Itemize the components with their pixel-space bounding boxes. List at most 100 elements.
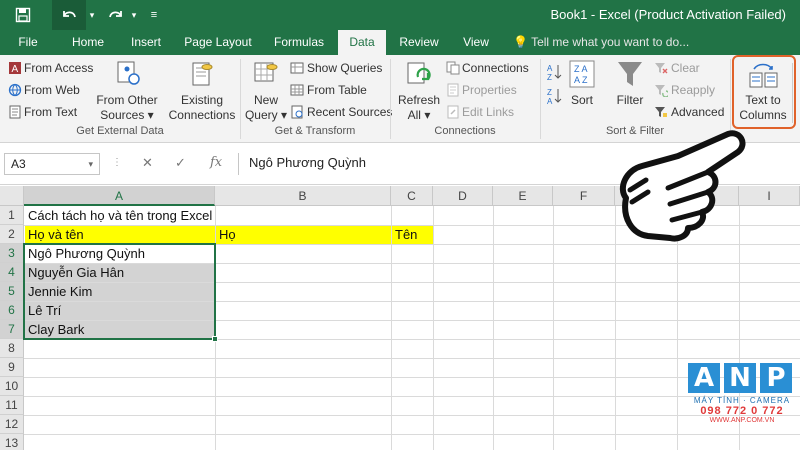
column-header-f[interactable]: F [553,186,615,206]
reapply-button[interactable]: Reapply [671,83,715,97]
grid-line [493,206,494,450]
row-header-4[interactable]: 4 [0,263,24,282]
tell-me-text: Tell me what you want to do... [531,35,690,49]
grid-line [433,206,434,450]
tab-formulas[interactable]: Formulas [268,30,330,55]
filter-icon [616,59,644,92]
refresh-label: Refresh [397,93,441,107]
formula-bar-grip-icon: ⋮ [112,157,122,168]
row-header-5[interactable]: 5 [0,282,24,301]
undo-dropdown-icon[interactable]: ▾ [86,0,98,30]
row-header-6[interactable]: 6 [0,301,24,320]
grid-line [24,358,800,359]
column-header-c[interactable]: C [391,186,433,206]
from-other-sources-label: Sources ▾ [100,108,154,122]
edit-links-button[interactable]: Edit Links [462,105,514,119]
refresh-all-icon [404,59,434,92]
clear-button[interactable]: Clear [671,61,700,75]
show-queries-button[interactable]: Show Queries [307,61,382,75]
redo-dropdown-icon[interactable]: ▾ [128,0,140,30]
tab-page-layout[interactable]: Page Layout [180,30,256,55]
logo-letter-p: P [760,363,792,393]
from-table-button[interactable]: From Table [307,83,367,97]
logo-phone: 098 772 0 772 [700,405,784,417]
from-text-button[interactable]: From Text [24,105,77,119]
connections-button[interactable]: Connections [462,61,529,75]
cancel-icon[interactable]: ✕ [142,155,153,171]
column-header-a[interactable]: A [24,186,215,206]
svg-text:A: A [547,97,553,105]
show-queries-icon [290,61,304,78]
customize-qat-icon[interactable]: ≡ [146,0,162,30]
fill-handle[interactable] [212,336,218,342]
undo-icon[interactable] [52,0,86,30]
refresh-all-button[interactable]: Refresh All ▾ [396,93,442,123]
column-header-d[interactable]: D [433,186,493,206]
name-box-dropdown-icon[interactable]: ▾ [88,154,93,174]
redo-icon[interactable] [104,0,128,30]
grid-line [24,396,800,397]
tab-home[interactable]: Home [66,30,110,55]
svg-text:Z: Z [547,88,552,97]
properties-button[interactable]: Properties [462,83,517,97]
sort-button[interactable]: Sort [564,93,600,108]
row-header-3[interactable]: 3 [0,244,24,263]
query-label: Query ▾ [244,108,288,122]
pointing-hand-icon [619,130,746,242]
globe-icon [8,83,22,100]
access-icon: A [8,61,22,78]
grid-line [24,377,800,378]
sort-za-icon[interactable]: ZA [546,87,562,108]
lightbulb-icon: 💡 [513,35,528,49]
tab-view[interactable]: View [456,30,496,55]
all-label: All ▾ [407,108,431,122]
row-header-10[interactable]: 10 [0,377,24,396]
logo-website: WWW.ANP.COM.VN [709,417,775,424]
filter-button[interactable]: Filter [610,93,650,108]
column-header-b[interactable]: B [215,186,391,206]
row-header-12[interactable]: 12 [0,415,24,434]
save-icon[interactable] [10,0,36,30]
clear-filter-icon [654,61,668,78]
group-connections: Connections [434,125,496,137]
from-web-button[interactable]: From Web [24,83,80,97]
text-file-icon [8,105,22,122]
row-header-8[interactable]: 8 [0,339,24,358]
active-selection-border [23,243,216,340]
new-query-button[interactable]: New Query ▾ [244,93,288,123]
svg-text:A: A [12,64,19,75]
row-header-9[interactable]: 9 [0,358,24,377]
cell-a1[interactable]: Cách tách họ và tên trong Excel [25,206,212,225]
window-title: Book1 - Excel (Product Activation Failed… [550,7,786,22]
cell-a2[interactable]: Họ và tên [25,225,84,244]
tab-insert[interactable]: Insert [124,30,168,55]
enter-icon[interactable]: ✓ [175,155,186,171]
logo-letters: A N P [688,363,796,393]
recent-sources-button[interactable]: Recent Sources [307,105,392,119]
name-box[interactable]: A3 ▾ [4,153,100,175]
row-header-1[interactable]: 1 [0,206,24,225]
from-other-sources-button[interactable]: From Other Sources ▾ [92,93,162,123]
column-header-e[interactable]: E [493,186,553,206]
new-label: New [253,93,278,107]
row-header-2[interactable]: 2 [0,225,24,244]
tab-data[interactable]: Data [338,30,386,55]
select-all-corner[interactable] [0,186,24,206]
cell-c2[interactable]: Tên [392,225,417,244]
cell-b2[interactable]: Họ [216,225,236,244]
recent-sources-icon [290,105,304,122]
from-access-button[interactable]: From Access [24,61,93,75]
svg-text:A Z: A Z [574,75,588,85]
row-header-13[interactable]: 13 [0,434,24,450]
insert-function-icon[interactable]: fx [210,155,222,170]
sort-az-icon[interactable]: AZ [546,63,562,84]
reapply-icon [654,83,670,100]
tab-file[interactable]: File [10,30,46,55]
row-header-7[interactable]: 7 [0,320,24,339]
tell-me-search[interactable]: 💡 Tell me what you want to do... [513,30,689,55]
anp-logo: A N P MÁY TÍNH · CAMERA 098 772 0 772 WW… [688,363,796,445]
row-header-11[interactable]: 11 [0,396,24,415]
existing-connections-button[interactable]: Existing Connections [166,93,238,123]
advanced-button[interactable]: Advanced [671,105,724,119]
tab-review[interactable]: Review [394,30,444,55]
